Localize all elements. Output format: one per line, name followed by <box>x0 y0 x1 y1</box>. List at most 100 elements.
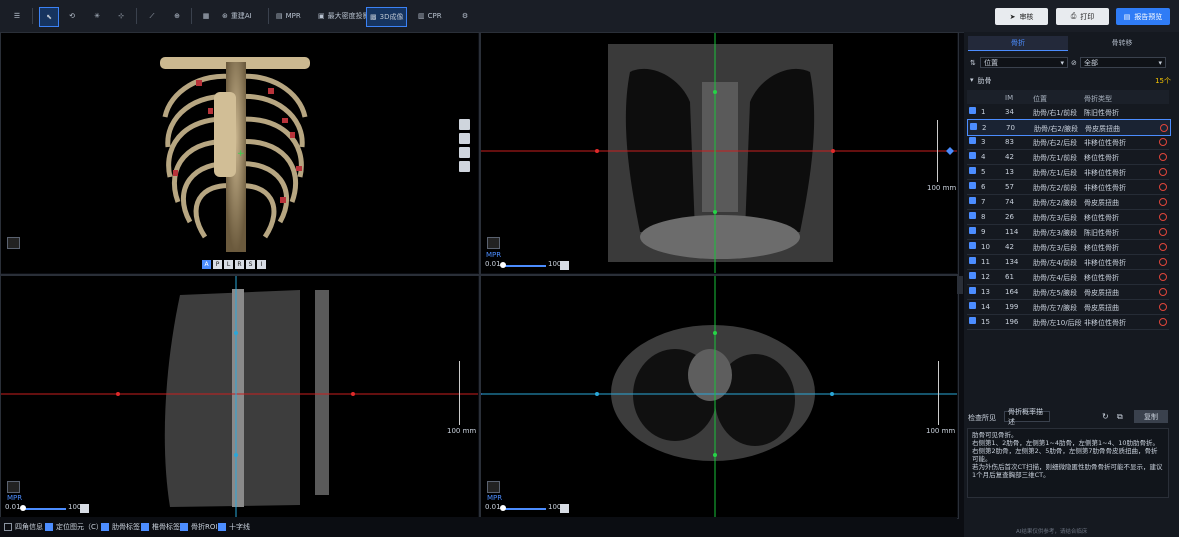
slider-knob[interactable] <box>500 505 506 511</box>
table-row[interactable]: 3 83 肋骨/右2/后段 非移位性骨折 <box>967 134 1169 150</box>
ai-tool[interactable]: ⊛ 重建AI <box>222 7 252 25</box>
vertebra-label-toggle[interactable]: 椎骨标签 <box>141 522 180 532</box>
section-header[interactable]: ▾ 肋骨 <box>970 76 992 86</box>
crosshair-tool-icon[interactable]: ✳ <box>88 7 106 25</box>
row-checkbox[interactable] <box>969 317 976 324</box>
table-row[interactable]: 10 42 肋骨/左3/后段 移位性骨折 <box>967 239 1169 255</box>
checkbox[interactable] <box>141 523 149 531</box>
orient-p[interactable]: P <box>213 260 222 269</box>
crosshair-toggle[interactable]: 十字线 <box>218 522 250 532</box>
remove-icon[interactable] <box>1159 288 1167 296</box>
position-select[interactable]: 位置 ▾ <box>980 57 1068 68</box>
screenshot-icon[interactable] <box>487 481 500 493</box>
checkbox[interactable] <box>45 523 53 531</box>
remove-icon[interactable] <box>1159 303 1167 311</box>
row-checkbox[interactable] <box>969 287 976 294</box>
remove-icon[interactable] <box>1159 168 1167 176</box>
refresh-icon[interactable]: ↻ <box>1102 412 1109 421</box>
adjust-icon[interactable]: ⊹ <box>112 7 130 25</box>
mpr-dropdown[interactable]: MPR <box>486 251 501 259</box>
table-row[interactable]: 8 26 肋骨/左3/后段 移位性骨折 <box>967 209 1169 225</box>
findings-select[interactable]: 骨折概率描述 <box>1004 408 1050 426</box>
remove-icon[interactable] <box>1159 273 1167 281</box>
row-checkbox[interactable] <box>969 257 976 264</box>
pointer-tool-icon[interactable]: ⬉ <box>39 7 59 27</box>
view-reset-icon[interactable] <box>459 161 470 172</box>
row-checkbox[interactable] <box>969 227 976 234</box>
table-row[interactable]: 9 114 肋骨/左3/腋段 陈旧性骨折 <box>967 224 1169 240</box>
zoom-icon[interactable]: ⊕ <box>168 7 186 25</box>
table-row[interactable]: 5 13 肋骨/左1/后段 非移位性骨折 <box>967 164 1169 180</box>
table-row[interactable]: 1 34 肋骨/右1/前段 陈旧性骨折 <box>967 104 1169 120</box>
orient-s[interactable]: S <box>246 260 255 269</box>
tab-fracture[interactable]: 骨折 <box>968 36 1068 51</box>
settings-icon[interactable]: ⚙ <box>456 7 474 25</box>
row-checkbox[interactable] <box>969 167 976 174</box>
row-checkbox[interactable] <box>970 123 977 130</box>
orient-i[interactable]: I <box>257 260 266 269</box>
remove-icon[interactable] <box>1159 258 1167 266</box>
thickness-slider[interactable] <box>502 265 546 267</box>
table-row[interactable]: 7 74 肋骨/左2/腋段 骨皮质扭曲 <box>967 194 1169 210</box>
view-front-icon[interactable] <box>459 119 470 130</box>
viewport-axial[interactable]: 100 mm MPR 0.01 100 <box>480 275 957 517</box>
row-checkbox[interactable] <box>969 212 976 219</box>
table-row[interactable]: 15 196 肋骨/左10/后段 非移位性骨折 <box>967 314 1169 330</box>
screenshot-icon[interactable] <box>7 481 20 493</box>
mpr-tool[interactable]: ▤ MPR <box>276 7 301 25</box>
measure-icon[interactable]: ⟋ <box>143 7 161 25</box>
remove-icon[interactable] <box>1159 228 1167 236</box>
view-top-icon[interactable] <box>459 147 470 158</box>
viewport-coronal[interactable]: 100 mm MPR 0.01 100 <box>480 32 957 273</box>
remove-icon[interactable] <box>1159 318 1167 326</box>
viewport-sagittal[interactable]: 100 mm MPR 0.01 100 <box>0 275 478 517</box>
mip-tool[interactable]: ▣ 最大密度投影 <box>318 7 370 25</box>
rib-label-toggle[interactable]: 肋骨标签 <box>101 522 140 532</box>
table-row[interactable]: 12 61 肋骨/左4/后段 移位性骨折 <box>967 269 1169 285</box>
row-checkbox[interactable] <box>969 182 976 189</box>
remove-icon[interactable] <box>1160 124 1168 132</box>
rotate-icon[interactable]: ⟲ <box>63 7 81 25</box>
table-row[interactable]: 6 57 肋骨/左2/前段 非移位性骨折 <box>967 179 1169 195</box>
row-checkbox[interactable] <box>969 152 976 159</box>
table-row[interactable]: 13 164 肋骨/左5/腋段 骨皮质扭曲 <box>967 284 1169 300</box>
panel-collapse-handle[interactable] <box>957 276 963 294</box>
orient-l[interactable]: L <box>224 260 233 269</box>
reset-icon[interactable]: ▦ <box>197 7 215 25</box>
thickness-slider[interactable] <box>22 508 66 510</box>
checkbox[interactable] <box>4 523 12 531</box>
screenshot-icon[interactable] <box>7 237 20 249</box>
row-checkbox[interactable] <box>969 107 976 114</box>
screenshot-icon[interactable] <box>487 237 500 249</box>
copy-button[interactable]: 复制 <box>1134 410 1168 423</box>
vr-tool[interactable]: ▩ 3D成像 <box>366 7 408 27</box>
remove-icon[interactable] <box>1159 153 1167 161</box>
edit-icon[interactable] <box>560 261 569 270</box>
remove-icon[interactable] <box>1159 213 1167 221</box>
checkbox[interactable] <box>218 523 226 531</box>
tab-metastasis[interactable]: 骨转移 <box>1072 36 1172 50</box>
slider-knob[interactable] <box>20 505 26 511</box>
remove-icon[interactable] <box>1159 243 1167 251</box>
cpr-tool[interactable]: ▥ CPR <box>418 7 442 25</box>
viewport-3d[interactable]: + A P L R S I <box>0 32 478 273</box>
remove-icon[interactable] <box>1159 138 1167 146</box>
menu-icon[interactable]: ☰ <box>8 7 26 25</box>
table-row[interactable]: 14 199 肋骨/左7/腋段 骨皮质扭曲 <box>967 299 1169 315</box>
thickness-slider[interactable] <box>502 508 546 510</box>
mpr-dropdown[interactable]: MPR <box>7 494 22 502</box>
type-select[interactable]: 全部 ▾ <box>1080 57 1166 68</box>
row-checkbox[interactable] <box>969 242 976 249</box>
report-preview-button[interactable]: ▤ 报告预览 <box>1116 8 1170 25</box>
row-checkbox[interactable] <box>969 272 976 279</box>
checkbox[interactable] <box>180 523 188 531</box>
orient-r[interactable]: R <box>235 260 244 269</box>
fracture-roi-toggle[interactable]: 骨折ROI <box>180 522 217 532</box>
edit-icon[interactable] <box>560 504 569 513</box>
checkbox[interactable] <box>101 523 109 531</box>
findings-text[interactable]: 肋骨可见骨折。 右侧第1、2肋骨，左侧第1~4肋骨，左侧第1~4、10肋肋骨折。… <box>967 428 1169 498</box>
table-row[interactable]: 11 134 肋骨/左4/前段 非移位性骨折 <box>967 254 1169 270</box>
orient-a[interactable]: A <box>202 260 211 269</box>
locator-toggle[interactable]: 定位图元（C） <box>45 522 103 532</box>
view-side-icon[interactable] <box>459 133 470 144</box>
